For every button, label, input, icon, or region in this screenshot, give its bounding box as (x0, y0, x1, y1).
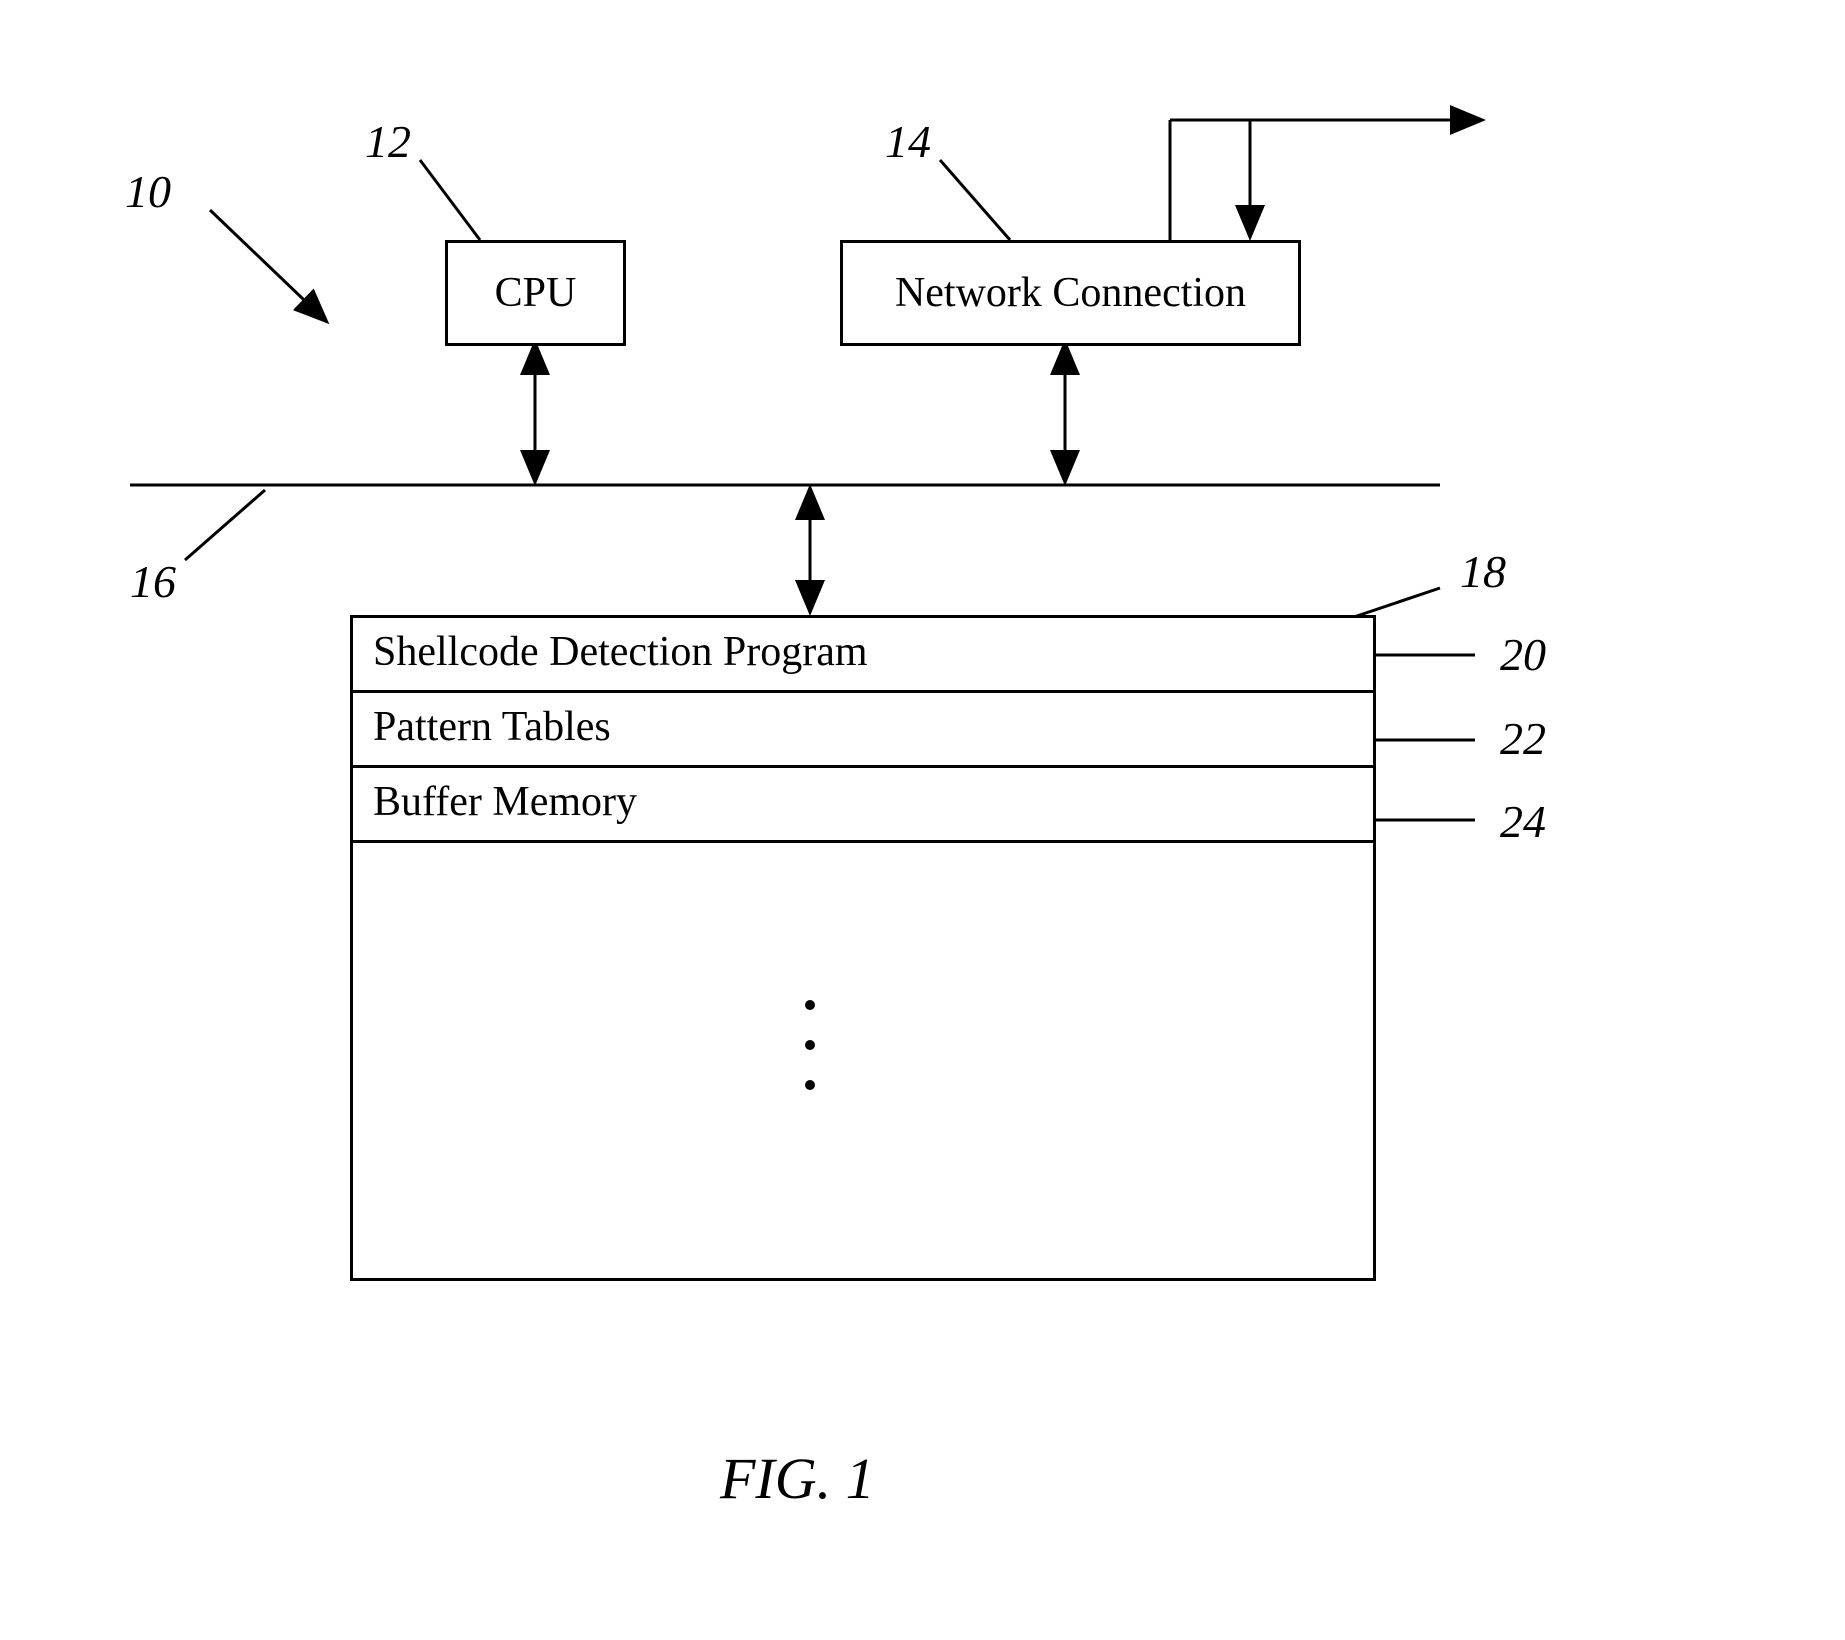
network-label: Network Connection (895, 269, 1246, 317)
row3-label: Buffer Memory (373, 779, 637, 825)
network-box: Network Connection (840, 240, 1301, 346)
dot (805, 1000, 815, 1010)
memory-row-1: Shellcode Detection Program (353, 618, 1373, 693)
cpu-box: CPU (445, 240, 626, 346)
memory-row-3: Buffer Memory (353, 768, 1373, 843)
ellipsis-dots (805, 1000, 815, 1090)
ref-18: 18 (1460, 545, 1506, 598)
row1-label: Shellcode Detection Program (373, 629, 868, 675)
ref-20: 20 (1500, 628, 1546, 681)
row2-label: Pattern Tables (373, 704, 611, 750)
ref-16: 16 (130, 555, 176, 608)
cpu-label: CPU (495, 269, 577, 317)
ref-14: 14 (885, 115, 931, 168)
ref-24: 24 (1500, 795, 1546, 848)
ref-10: 10 (125, 165, 171, 218)
dot (805, 1040, 815, 1050)
ref-12: 12 (365, 115, 411, 168)
memory-box: Shellcode Detection Program Pattern Tabl… (350, 615, 1376, 1281)
ref-22: 22 (1500, 712, 1546, 765)
memory-row-2: Pattern Tables (353, 693, 1373, 768)
figure-label: FIG. 1 (720, 1445, 875, 1512)
dot (805, 1080, 815, 1090)
